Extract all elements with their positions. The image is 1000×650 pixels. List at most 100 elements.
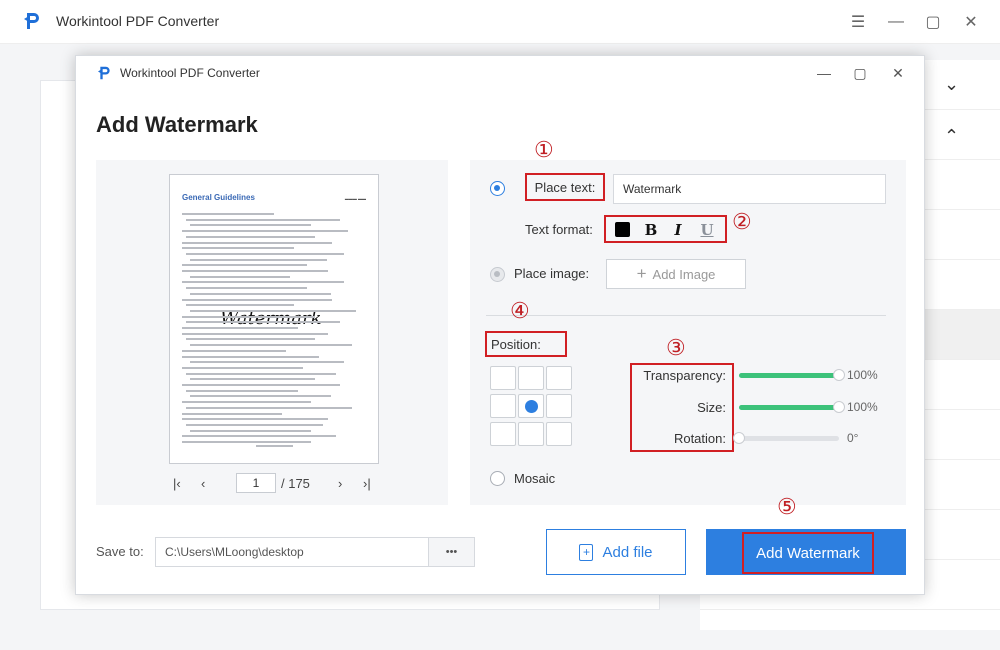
page-text-line — [186, 423, 324, 426]
transparency-value: 100% — [847, 368, 878, 382]
add-file-label: Add file — [602, 543, 653, 561]
page-text-line — [190, 224, 311, 227]
page-text-line — [182, 418, 328, 421]
rotation-label: Rotation: — [673, 431, 726, 446]
maximize-icon[interactable]: ▢ — [921, 10, 945, 34]
page-preview: General Guidelines ▬▬▬ ▬▬ Watermark — [169, 174, 379, 464]
transparency-label: Transparency: — [643, 368, 726, 383]
add-file-button[interactable]: + Add file — [546, 529, 686, 575]
save-to-label: Save to: — [96, 544, 144, 559]
app-title: Workintool PDF Converter — [56, 13, 220, 29]
size-slider-fill — [739, 405, 839, 410]
page-footer-line — [256, 445, 294, 447]
position-cell-top-left[interactable] — [490, 366, 516, 390]
place-image-label: Place image: — [514, 266, 590, 281]
page-text-line — [182, 435, 336, 438]
dialog-minimize-icon[interactable]: — — [813, 62, 835, 84]
total-pages: / 175 — [281, 475, 310, 491]
last-page-icon[interactable]: ›| — [363, 472, 371, 494]
chevron-up-icon[interactable]: ⌃ — [944, 126, 959, 147]
save-path-input[interactable]: C:\Users\MLoong\desktop — [155, 537, 429, 567]
mosaic-label: Mosaic — [514, 471, 556, 486]
place-image-radio[interactable] — [490, 267, 505, 282]
transparency-slider-handle[interactable] — [833, 369, 845, 381]
dialog-maximize-icon[interactable]: ▢ — [849, 62, 871, 84]
position-cell-bottom-right[interactable] — [546, 422, 572, 446]
page-text-line — [190, 344, 353, 347]
close-icon[interactable]: ✕ — [959, 10, 983, 34]
page-preview-date: ▬▬▬ ▬▬ — [344, 196, 366, 201]
page-text-line — [186, 304, 295, 307]
position-selected-dot — [525, 400, 538, 413]
font-color-swatch[interactable] — [615, 222, 630, 237]
page-text-line — [182, 315, 316, 318]
page-text-line — [190, 429, 311, 432]
place-text-radio[interactable] — [490, 181, 505, 196]
page-text-line — [182, 230, 349, 233]
dialog-heading: Add Watermark — [96, 112, 258, 137]
chevron-down-icon[interactable]: ⌄ — [944, 74, 959, 95]
watermark-text-input[interactable]: Watermark — [613, 174, 886, 204]
page-text-line — [186, 321, 340, 324]
position-cell-bottom-left[interactable] — [490, 422, 516, 446]
browse-folder-button[interactable]: ••• — [428, 537, 475, 567]
rotation-slider[interactable] — [739, 436, 839, 441]
underline-button[interactable]: U — [698, 221, 716, 239]
annotation-3: ③ — [666, 336, 686, 361]
page-text-line — [186, 406, 353, 409]
page-text-line — [186, 218, 340, 221]
page-text-line — [186, 372, 336, 375]
rotation-value: 0° — [847, 431, 859, 445]
next-page-icon[interactable]: › — [338, 472, 342, 494]
page-text-line — [186, 287, 307, 290]
position-cell-top-right[interactable] — [546, 366, 572, 390]
size-value: 100% — [847, 400, 878, 414]
add-watermark-label: Add Watermark — [742, 532, 874, 574]
add-image-button[interactable]: + Add Image — [606, 259, 746, 289]
position-label: Position: — [485, 331, 567, 357]
page-number-input[interactable]: 1 — [236, 473, 276, 493]
page-text-line — [182, 355, 320, 358]
annotation-2: ② — [732, 210, 752, 235]
dialog-logo-icon — [98, 66, 110, 80]
prev-page-icon[interactable]: ‹ — [201, 472, 205, 494]
page-text-line — [190, 378, 315, 381]
page-text-line — [182, 247, 295, 250]
page-text-line — [190, 309, 357, 312]
add-file-icon: + — [579, 543, 594, 561]
page-text-line — [182, 270, 328, 272]
add-watermark-dialog: Workintool PDF Converter — ▢ ✕ Add Water… — [75, 55, 925, 595]
page-text-line — [182, 213, 274, 215]
position-cell-top-center[interactable] — [518, 366, 544, 390]
size-slider-handle[interactable] — [833, 401, 845, 413]
page-text-line — [190, 275, 290, 278]
transparency-slider[interactable] — [739, 373, 839, 378]
bold-button[interactable]: B — [642, 221, 660, 239]
add-image-label: Add Image — [652, 266, 716, 282]
position-cell-bottom-center[interactable] — [518, 422, 544, 446]
rotation-slider-handle[interactable] — [733, 432, 745, 444]
page-text-line — [182, 401, 311, 404]
page-text-line — [182, 412, 282, 415]
page-text-line — [182, 281, 345, 284]
dialog-close-icon[interactable]: ✕ — [887, 62, 909, 84]
position-cell-middle-left[interactable] — [490, 394, 516, 418]
italic-button[interactable]: I — [669, 221, 687, 239]
page-text-line — [182, 327, 299, 329]
menu-icon[interactable]: ☰ — [846, 10, 870, 34]
page-text-line — [182, 332, 328, 335]
page-text-line — [190, 395, 332, 398]
position-cell-middle-right[interactable] — [546, 394, 572, 418]
position-cell-center[interactable] — [518, 394, 544, 418]
place-text-label: Place text: — [525, 173, 605, 201]
page-text-line — [186, 252, 345, 255]
plus-icon: + — [636, 264, 647, 283]
page-text-line — [182, 384, 341, 386]
mosaic-radio[interactable] — [490, 471, 505, 486]
minimize-icon[interactable]: — — [884, 10, 908, 34]
text-format-toolbar: B I U — [604, 215, 727, 243]
page-text-line — [190, 258, 328, 261]
size-slider[interactable] — [739, 405, 839, 410]
first-page-icon[interactable]: |‹ — [173, 472, 181, 494]
dialog-title: Workintool PDF Converter — [120, 66, 260, 80]
